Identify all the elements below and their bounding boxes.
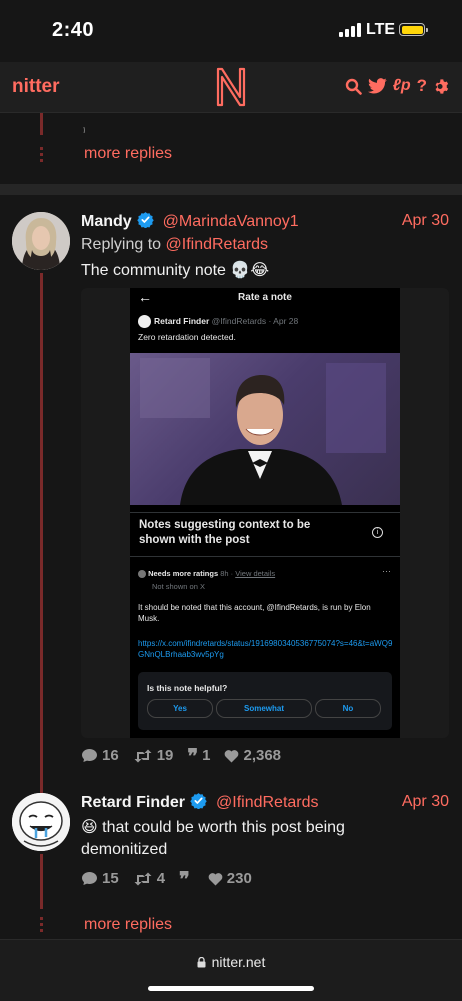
settings-gear-icon[interactable] (433, 78, 450, 95)
note-link: https://x.com/ifindretards/status/191698… (138, 639, 393, 659)
comment-icon (82, 872, 97, 885)
brand-link[interactable]: nitter (12, 76, 60, 98)
battery-icon (399, 23, 428, 36)
tweet-date[interactable]: Apr 30 (402, 793, 449, 811)
info-icon: i (372, 527, 383, 538)
quote-count[interactable]: ❞ (179, 866, 194, 891)
screenshot-avatar (138, 315, 151, 328)
home-indicator[interactable] (148, 986, 314, 991)
top-navbar: nitter ℓp ? (0, 62, 462, 113)
lp-icon[interactable]: ℓp (393, 77, 411, 95)
twitter-bird-icon[interactable] (367, 78, 387, 94)
quote-icon: ❞ (179, 866, 190, 891)
screenshot-sep-2 (130, 556, 400, 557)
thread-line (40, 113, 43, 135)
verified-icon (190, 792, 207, 814)
more-replies-link[interactable]: more replies (84, 145, 172, 163)
retweet-count[interactable]: 19 (133, 747, 173, 764)
browser-address-bar[interactable]: nitter.net (0, 939, 462, 1001)
url-display[interactable]: nitter.net (0, 954, 462, 971)
truncated-text: ) (82, 127, 86, 133)
replying-to: Replying to @IfindRetards (81, 236, 268, 254)
helpful-question: Is this note helpful? (147, 683, 228, 693)
tweet-stats: 16 19 ❞ 1 2,368 (81, 743, 281, 768)
network-type: LTE (366, 21, 396, 38)
url-text: nitter.net (211, 954, 266, 970)
heart-icon (225, 749, 239, 762)
helpful-buttons: Yes Somewhat No (147, 699, 381, 718)
display-name[interactable]: Mandy (81, 213, 132, 231)
quote-icon: ❞ (187, 743, 199, 768)
status-bar: 2:40 LTE (0, 0, 462, 62)
clock: 2:40 (52, 19, 95, 41)
screenshot-header: Rate a note (238, 292, 292, 303)
reply-count[interactable]: 15 (81, 870, 119, 887)
like-count[interactable]: 230 (208, 870, 252, 887)
thread-dots (40, 147, 43, 165)
embedded-photo (130, 353, 400, 505)
screenshot-post-author: Retard Finder @IfindRetards · Apr 28 (154, 316, 299, 326)
thread-line (40, 854, 43, 909)
no-button: No (315, 699, 381, 718)
reply-count[interactable]: 16 (81, 747, 119, 764)
tweet-text: 😆 that could be worth this post being de… (81, 819, 345, 858)
needs-more-row: Needs more ratings 8h · View details (138, 569, 275, 579)
retweet-icon (134, 749, 152, 762)
replying-prefix: Replying to (81, 236, 162, 253)
retweet-icon (134, 872, 152, 885)
cell-signal-icon (339, 23, 361, 37)
timeline: ) more replies Mandy @MarindaVannoy1 Apr… (0, 113, 462, 939)
username-link[interactable]: @MarindaVannoy1 (163, 213, 299, 231)
comment-icon (82, 749, 97, 762)
thread-line (40, 273, 43, 793)
more-replies-link[interactable]: more replies (84, 916, 172, 934)
somewhat-button: Somewhat (216, 699, 312, 718)
quote-count[interactable]: ❞ 1 (187, 743, 210, 768)
username-link[interactable]: @IfindRetards (216, 794, 319, 812)
tweet-header: Mandy @MarindaVannoy1 (81, 211, 299, 233)
thread-divider (0, 184, 462, 195)
yes-button: Yes (147, 699, 213, 718)
help-icon[interactable]: ? (417, 77, 427, 95)
tweet-date[interactable]: Apr 30 (402, 212, 449, 230)
display-name[interactable]: Retard Finder (81, 794, 185, 812)
helpful-box: Is this note helpful? Yes Somewhat No (138, 672, 392, 730)
thread-dots (40, 917, 43, 935)
not-shown: Not shown on X (152, 582, 205, 591)
retweet-count[interactable]: 4 (133, 870, 165, 887)
tweet-header: Retard Finder @IfindRetards (81, 792, 319, 814)
like-count[interactable]: 2,368 (224, 747, 281, 764)
replying-to-link[interactable]: @IfindRetards (166, 236, 269, 253)
more-dots-icon: ··· (382, 566, 391, 576)
screenshot-post-text: Zero retardation detected. (138, 332, 236, 342)
community-note-screenshot: ← Rate a note Retard Finder @IfindRetard… (130, 288, 400, 738)
nitter-logo[interactable] (214, 65, 248, 114)
screenshot-sep (130, 512, 400, 513)
search-icon[interactable] (345, 78, 362, 95)
note-body: It should be noted that this account, @I… (138, 603, 371, 623)
tweet-stats: 15 4 ❞ 230 (81, 866, 252, 891)
tweet-text: The community note 💀😂 (81, 262, 270, 279)
verified-icon (136, 211, 154, 233)
avatar[interactable] (12, 212, 70, 270)
tweet-media-image[interactable]: ← Rate a note Retard Finder @IfindRetard… (81, 288, 449, 738)
avatar[interactable] (12, 793, 70, 851)
notes-title: Notes suggesting context to be shown wit… (139, 519, 311, 546)
lock-icon (197, 955, 206, 971)
heart-icon (208, 872, 223, 885)
